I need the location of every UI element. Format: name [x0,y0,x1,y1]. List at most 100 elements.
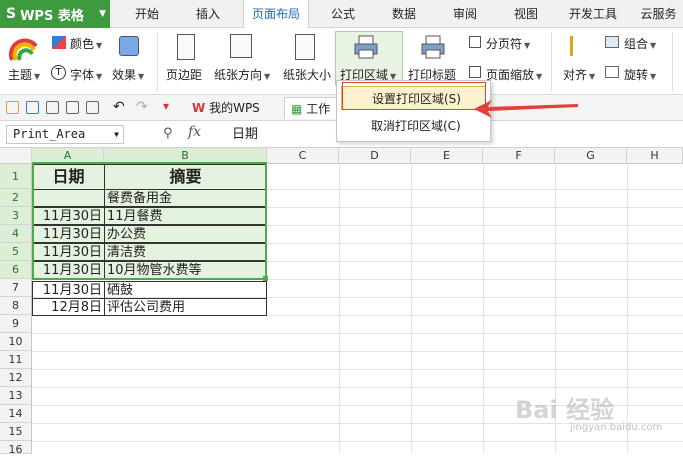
divider [157,32,158,92]
table-cell[interactable]: 11月餐费 [104,207,267,225]
row-header[interactable]: 8 [0,297,32,315]
select-all-corner[interactable] [0,148,32,164]
rotate-icon [605,66,619,78]
theme-button[interactable]: 主题 ▼ [8,66,40,83]
name-box[interactable]: Print_Area ▼ [6,125,124,144]
printer-icon [354,35,378,59]
table-cell[interactable]: 11月30日 [32,243,105,261]
page-zoom-icon [469,66,481,78]
divider [551,32,552,92]
effect-button[interactable]: 效果 ▼ [112,66,144,83]
open-icon[interactable] [6,101,19,114]
zoom-icon[interactable]: ⚲ [163,126,173,141]
print-preview-icon[interactable] [86,101,99,114]
row-header[interactable]: 3 [0,207,32,225]
color-icon [52,36,66,49]
table-cell[interactable]: 办公费 [104,225,267,243]
margin-icon [177,34,195,60]
page-zoom-button[interactable]: 页面缩放 ▼ [486,66,542,83]
print-icon[interactable] [46,101,59,114]
color-button[interactable]: 颜色 ▼ [70,35,102,52]
column-header-b[interactable]: B [104,148,267,164]
table-cell[interactable]: 12月8日 [32,298,105,316]
row-header[interactable]: 4 [0,225,32,243]
column-header-c[interactable]: C [267,148,339,164]
watermark-logo: Bai 经验 [515,396,615,424]
gridline [32,387,683,388]
export-pdf-icon[interactable] [66,101,79,114]
table-cell[interactable]: 11月30日 [32,281,105,299]
row-header[interactable]: 14 [0,405,32,423]
table-cell[interactable]: 10月物管水费等 [104,261,267,279]
redo-icon[interactable]: ↷ [136,99,148,115]
app-menu-button[interactable]: S WPS 表格 ▼ [0,0,110,28]
align-button[interactable]: 对齐 ▼ [563,66,595,83]
table-cell[interactable]: 清洁费 [104,243,267,261]
tab-data[interactable]: 数据 [379,0,429,28]
tab-view[interactable]: 视图 [501,0,551,28]
row-header[interactable]: 13 [0,387,32,405]
clear-print-area-item[interactable]: 取消打印区域(C) [341,114,486,138]
fx-icon[interactable]: fx [188,124,201,140]
fill-handle[interactable] [263,276,268,281]
row-header[interactable]: 1 [0,164,32,189]
row-header[interactable]: 6 [0,261,32,279]
tab-developer[interactable]: 开发工具 [560,0,626,28]
gridline [32,279,683,280]
table-header-date[interactable]: 日期 [32,164,105,190]
menu-bar: S WPS 表格 ▼ 开始 插入 页面布局 公式 数据 审阅 视图 开发工具 云… [0,0,683,29]
undo-icon[interactable]: ↶ [113,99,125,115]
column-header-f[interactable]: F [483,148,555,164]
tab-home[interactable]: 开始 [122,0,172,28]
column-header-h[interactable]: H [627,148,683,164]
row-header[interactable]: 5 [0,243,32,261]
font-icon: T [51,65,66,80]
effect-icon [119,36,139,56]
row-header[interactable]: 11 [0,351,32,369]
table-cell[interactable] [32,189,105,207]
tab-page-layout[interactable]: 页面布局 [243,0,309,29]
paper-size-icon [295,34,315,60]
table-cell[interactable]: 11月30日 [32,225,105,243]
wps-doc-icon: W [192,101,206,115]
group-button[interactable]: 组合 ▼ [624,35,656,52]
print-titles-icon [421,35,445,59]
sheet-doc-icon: ▦ [291,102,303,116]
row-header[interactable]: 2 [0,189,32,207]
customize-icon[interactable]: ▾ [163,99,169,113]
group-icon [605,36,619,48]
font-button[interactable]: 字体 ▼ [70,66,102,83]
chevron-down-icon: ▼ [114,130,119,139]
table-header-summary[interactable]: 摘要 [104,164,267,190]
row-header[interactable]: 9 [0,315,32,333]
save-icon[interactable] [26,101,39,114]
row-header[interactable]: 10 [0,333,32,351]
paper-size-button[interactable]: 纸张大小 [283,66,331,83]
column-header-g[interactable]: G [555,148,627,164]
column-header-d[interactable]: D [339,148,411,164]
row-header[interactable]: 12 [0,369,32,387]
column-header-e[interactable]: E [411,148,483,164]
table-cell[interactable]: 评估公司费用 [104,298,267,316]
highlight-annotation [342,82,486,110]
rotate-button[interactable]: 旋转 ▼ [624,66,656,83]
page-break-button[interactable]: 分页符 ▼ [486,35,530,52]
table-cell[interactable]: 硒鼓 [104,281,267,299]
table-cell[interactable]: 11月30日 [32,261,105,279]
doc-tab-my-wps[interactable]: W 我的WPS [186,97,266,119]
row-header[interactable]: 16 [0,441,32,456]
tab-formula[interactable]: 公式 [318,0,368,28]
tab-cloud[interactable]: 云服务 [634,0,683,28]
table-cell[interactable]: 11月30日 [32,207,105,225]
row-header[interactable]: 15 [0,423,32,441]
column-header-a[interactable]: A [32,148,104,164]
tab-review[interactable]: 审阅 [440,0,490,28]
margin-button[interactable]: 页边距 [166,66,202,83]
tab-insert[interactable]: 插入 [183,0,233,28]
gridline [32,441,683,442]
orientation-button[interactable]: 纸张方向 ▼ [214,66,270,83]
doc-tab-work[interactable]: ▦ 工作 [284,97,338,119]
row-header[interactable]: 7 [0,279,32,297]
table-cell[interactable]: 餐费备用金 [104,189,267,207]
red-arrow-icon [474,100,578,118]
